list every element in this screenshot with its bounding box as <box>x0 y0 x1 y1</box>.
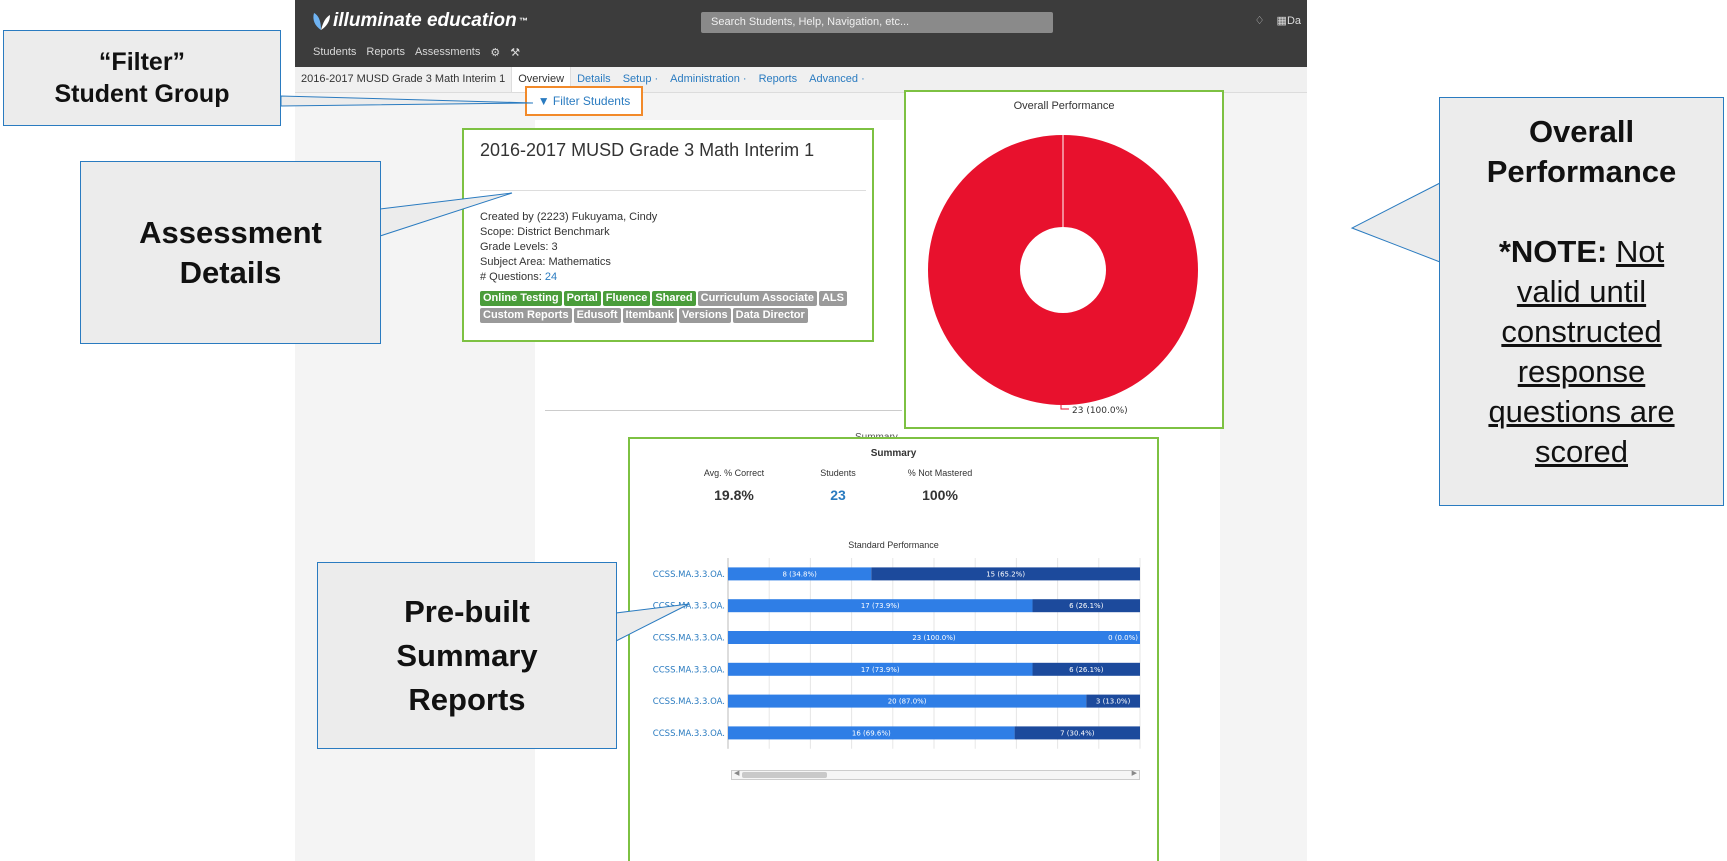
filter-students-button[interactable]: ▼ Filter Students <box>525 86 643 116</box>
scroll-left-icon[interactable]: ◀ <box>734 769 739 777</box>
questions-label: # Questions: <box>480 271 545 283</box>
scroll-thumb[interactable] <box>742 772 827 778</box>
callout-filter-student-group: “Filter” Student Group <box>3 30 281 126</box>
callout-overall-line2: Performance <box>1486 154 1677 189</box>
callout-overall-line1: Overall <box>1528 114 1635 149</box>
callout-note-line2: valid until <box>1516 274 1647 309</box>
callout-overall-performance: Overall Performance *NOTE: Not valid unt… <box>1439 97 1724 506</box>
wrench-icon[interactable]: ⚒ <box>510 46 520 59</box>
category-label[interactable]: CCSS.MA.3.3.OA. <box>653 697 725 707</box>
butterfly-logo-icon <box>313 13 330 30</box>
bar-value-label: 15 (65.2%) <box>986 570 1025 578</box>
tag-shared: Shared <box>652 291 696 306</box>
callout-note-line1: Not <box>1615 234 1665 269</box>
category-label[interactable]: CCSS.MA.3.3.OA. <box>653 729 725 739</box>
divider <box>480 190 866 191</box>
gear-icon[interactable]: ⚙ <box>490 46 500 59</box>
category-label[interactable]: CCSS.MA.3.3.OA. <box>653 602 725 612</box>
callout-note-line4: response <box>1517 354 1646 389</box>
tag-online-testing: Online Testing <box>480 291 562 306</box>
callout-pointer-overall <box>1350 182 1441 263</box>
tag-list: Online Testing Portal Fluence Shared Curricu… <box>480 291 865 323</box>
bar-value-label: 20 (87.0%) <box>888 698 927 706</box>
callout-filter-line2: Student Group <box>54 80 230 108</box>
callout-filter-line1: “Filter” <box>98 48 186 76</box>
tag-itembank: Itembank <box>622 308 677 323</box>
callout-note-line6: scored <box>1534 434 1629 469</box>
top-bar: illuminate education ™ Search Students, H… <box>295 0 1307 67</box>
category-label[interactable]: CCSS.MA.3.3.OA. <box>653 570 725 580</box>
filter-students-label: Filter Students <box>552 94 631 108</box>
callout-prebuilt-summary-reports: Pre-built Summary Reports <box>317 562 617 749</box>
tag-fluence: Fluence <box>602 291 651 306</box>
callout-note: *NOTE: Not <box>1487 232 1677 272</box>
category-label[interactable]: CCSS.MA.3.3.OA. <box>653 665 725 675</box>
bar-value-label: 3 (13.0%) <box>1096 698 1131 706</box>
logo-text: illuminate education <box>333 10 517 31</box>
bar-value-label: 0 (0.0%) <box>1108 634 1138 642</box>
grid-icon[interactable]: ▦Da <box>1277 14 1301 27</box>
user-menu-label[interactable]: Da <box>1287 15 1301 27</box>
nav-assessments[interactable]: Assessments <box>415 46 480 59</box>
bar-value-label: 17 (73.9%) <box>861 666 900 674</box>
overall-performance-card: Overall Performance 23 (100.0%) <box>904 90 1224 429</box>
tag-als: ALS <box>818 291 847 306</box>
callout-note-prefix: *NOTE: <box>1498 234 1608 269</box>
grade-levels: Grade Levels: 3 <box>480 241 558 253</box>
bar-value-label: 6 (26.1%) <box>1069 602 1104 610</box>
tag-custom-reports: Custom Reports <box>480 308 572 323</box>
tab-administration[interactable]: Administration · <box>664 67 752 92</box>
created-by: Created by (2223) Fukuyama, Cindy <box>480 211 658 223</box>
callout-note-line3: constructed <box>1501 314 1662 349</box>
logo[interactable]: illuminate education ™ <box>311 10 528 32</box>
callout-assessment-line2: Details <box>179 254 282 290</box>
logo-trademark: ™ <box>518 16 528 26</box>
search-input[interactable]: Search Students, Help, Navigation, etc..… <box>701 12 1053 33</box>
callout-summary-line2: Summary <box>396 637 538 673</box>
tag-versions: Versions <box>678 308 731 323</box>
tab-reports[interactable]: Reports <box>753 67 804 92</box>
assessment-meta: Created by (2223) Fukuyama, Cindy Scope:… <box>480 210 657 285</box>
bar-value-label: 16 (69.6%) <box>852 729 891 737</box>
nav-students[interactable]: Students <box>313 46 356 59</box>
nav-reports[interactable]: Reports <box>366 46 405 59</box>
callout-assessment-details: Assessment Details <box>80 161 381 344</box>
subject-area: Subject Area: Mathematics <box>480 256 611 268</box>
callout-assessment-line1: Assessment <box>139 214 322 250</box>
category-label[interactable]: CCSS.MA.3.3.OA. <box>653 634 725 644</box>
main-nav: Students Reports Assessments ⚙ ⚒ <box>313 46 520 59</box>
section-divider <box>545 410 902 411</box>
donut-slice-label: 23 (100.0%) <box>1072 406 1128 416</box>
callout-summary-line3: Reports <box>408 681 526 717</box>
callout-note-line5: questions are <box>1488 394 1675 429</box>
bar-value-label: 8 (34.8%) <box>782 570 817 578</box>
bar-value-label: 7 (30.4%) <box>1060 729 1095 737</box>
questions-count: # Questions: 24 <box>480 270 657 285</box>
breadcrumb-assessment[interactable]: 2016-2017 MUSD Grade 3 Math Interim 1 <box>295 67 511 92</box>
assessment-details-card: 2016-2017 MUSD Grade 3 Math Interim 1 Cr… <box>462 128 874 342</box>
filter-icon: ▼ <box>537 94 550 108</box>
tag-data-director: Data Director <box>732 308 808 323</box>
summary-report-card: Summary Avg. % Correct 19.8% Students 23… <box>628 437 1159 861</box>
standard-performance-chart: CCSS.MA.3.3.OA. 8 (34.8%) 15 (65.2%) CCSS.M… <box>653 558 1141 749</box>
tag-portal: Portal <box>563 291 601 306</box>
tab-advanced[interactable]: Advanced · <box>803 67 871 92</box>
chart-horizontal-scrollbar[interactable]: ◀ ▶ <box>731 770 1140 780</box>
bar-value-label: 23 (100.0%) <box>912 634 956 642</box>
bar-value-label: 6 (26.1%) <box>1069 666 1104 674</box>
callout-summary-line1: Pre-built <box>404 593 530 629</box>
tag-edusoft: Edusoft <box>573 308 621 323</box>
bell-icon[interactable]: ♢ <box>1255 14 1265 27</box>
questions-link[interactable]: 24 <box>545 271 557 283</box>
donut-chart: 23 (100.0%) <box>928 135 1198 416</box>
bar-value-label: 17 (73.9%) <box>861 602 900 610</box>
scope: Scope: District Benchmark <box>480 226 610 238</box>
assessment-title: 2016-2017 MUSD Grade 3 Math Interim 1 <box>480 140 815 160</box>
scroll-right-icon[interactable]: ▶ <box>1132 769 1137 777</box>
top-icons: ♢ ▦Da <box>1255 14 1301 27</box>
tag-curriculum-associate: Curriculum Associate <box>697 291 817 306</box>
